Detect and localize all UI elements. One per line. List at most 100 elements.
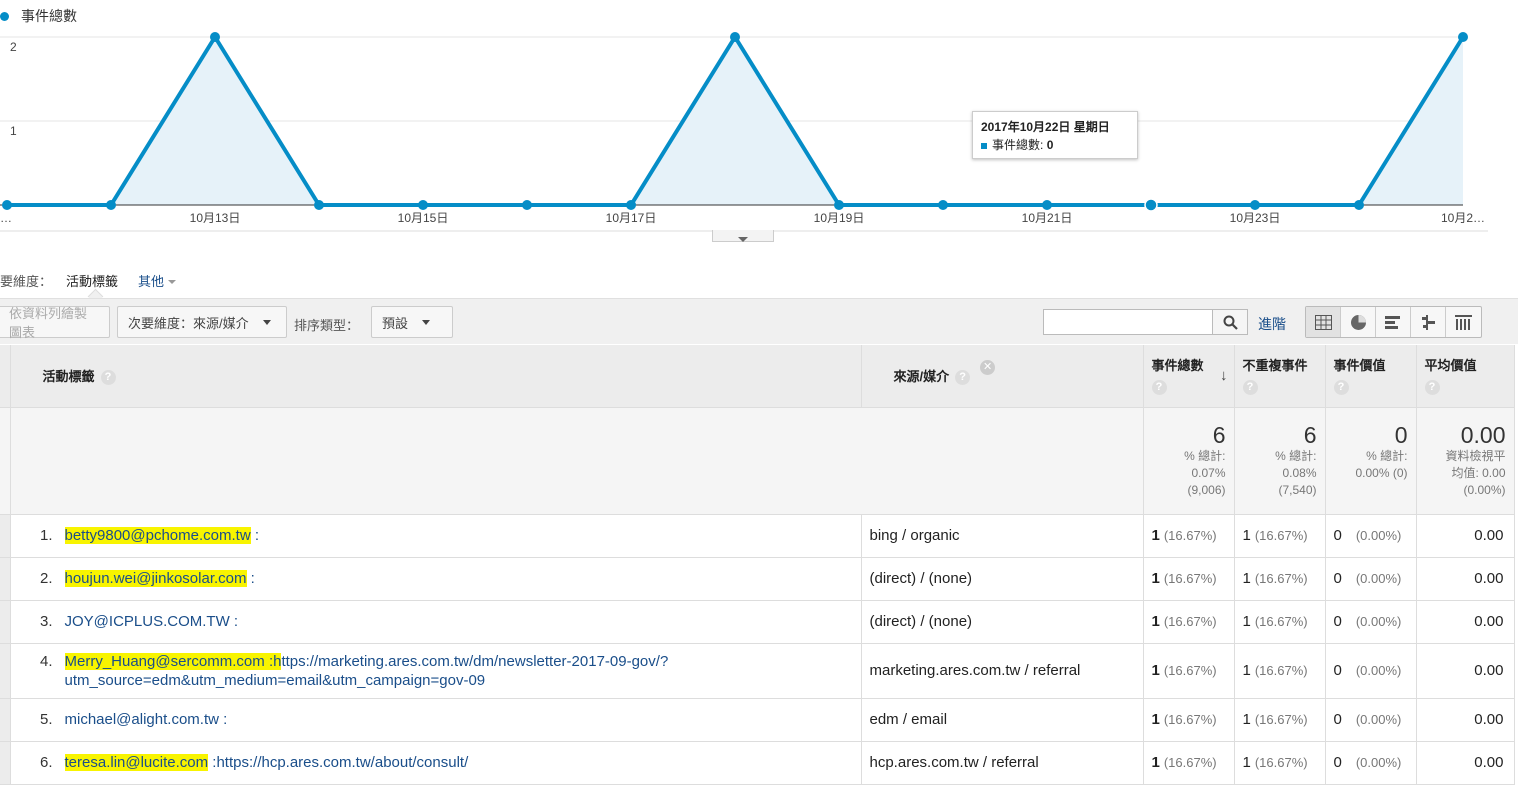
plot-rows-label: 依資料列繪製圖表 xyxy=(9,306,88,340)
row-index: 6. xyxy=(39,754,53,771)
totals-line: % 總計: xyxy=(1184,448,1226,463)
view-switcher xyxy=(1305,306,1482,338)
total-events-pct: (16.67%) xyxy=(1163,571,1217,586)
totals-line: 均值: 0.00 xyxy=(1451,465,1506,480)
data-point xyxy=(1042,200,1052,210)
chart-collapse-handle[interactable] xyxy=(712,230,774,242)
sort-type-dropdown[interactable]: 預設 xyxy=(371,306,453,338)
data-point xyxy=(314,200,324,210)
help-icon[interactable]: ? xyxy=(1242,380,1258,395)
header-avg-value[interactable]: 平均價值? xyxy=(1416,345,1515,408)
help-icon[interactable]: ? xyxy=(1424,380,1440,395)
label-rest: michael@alight.com.tw : xyxy=(64,711,228,728)
event-value-value: 0 xyxy=(1333,754,1342,771)
view-performance-button[interactable] xyxy=(1376,307,1411,337)
search-button[interactable] xyxy=(1212,309,1248,335)
total-events-pct: (16.67%) xyxy=(1163,755,1217,770)
row-stub xyxy=(0,741,11,785)
event-value-pct: (0.00%) xyxy=(1355,614,1402,629)
event-label-link[interactable]: betty9800@pchome.com.tw : xyxy=(64,526,259,545)
event-value-pct: (0.00%) xyxy=(1355,712,1402,727)
header-avg-value-text: 平均價值 xyxy=(1424,358,1477,373)
table-row: 3. JOY@ICPLUS.COM.TW : (direct) / (none) 1(… xyxy=(0,600,1515,644)
cell-total-events: 1 (16.67%) xyxy=(1143,600,1235,644)
total-events-value: 1 xyxy=(1151,570,1160,587)
avg-value-value: 0.00 xyxy=(1474,613,1504,630)
view-pie-button[interactable] xyxy=(1341,307,1376,337)
help-icon[interactable]: ? xyxy=(1151,380,1167,395)
tooltip-value: 0 xyxy=(1046,138,1054,152)
cell-source-medium: bing / organic xyxy=(861,514,1144,558)
table-search-input[interactable] xyxy=(1043,309,1213,335)
totals-value: 0.00 xyxy=(1460,421,1506,448)
data-point xyxy=(938,200,948,210)
dimension-other-label: 其他 xyxy=(138,273,165,289)
remove-dimension-icon[interactable]: ✕ xyxy=(980,360,996,376)
cell-event-label: 2. houjun.wei@jinkosolar.com : xyxy=(10,557,862,601)
total-events-value: 1 xyxy=(1151,662,1160,679)
highlighted-label: teresa.lin@lucite.com xyxy=(64,754,209,771)
view-table-button[interactable] xyxy=(1306,307,1341,337)
x-tick-label: 10月21日 xyxy=(1022,211,1073,225)
cell-source-medium: marketing.ares.com.tw / referral xyxy=(861,643,1144,699)
view-pivot-button[interactable] xyxy=(1446,307,1481,337)
unique-events-pct: (16.67%) xyxy=(1254,571,1308,586)
header-event-label[interactable]: 活動標籤? xyxy=(10,345,862,408)
primary-dimension-label: 要維度： xyxy=(0,273,53,289)
help-icon[interactable]: ? xyxy=(955,370,971,386)
totals-line: 0.08% xyxy=(1282,465,1317,480)
data-point xyxy=(522,200,532,210)
event-label-link[interactable]: houjun.wei@jinkosolar.com : xyxy=(64,569,255,588)
header-source-medium-text: 來源/媒介 xyxy=(893,369,950,385)
legend-label: 事件總數 xyxy=(21,8,77,24)
totals-unique-events: 6% 總計: 0.08% (7,540) xyxy=(1234,407,1326,515)
header-event-value[interactable]: 事件價值? xyxy=(1325,345,1417,408)
header-unique-events[interactable]: 不重複事件? xyxy=(1234,345,1326,408)
data-point xyxy=(730,32,740,42)
cell-event-value: 0 (0.00%) xyxy=(1325,514,1417,558)
event-value-value: 0 xyxy=(1333,662,1342,679)
help-icon[interactable]: ? xyxy=(1333,380,1349,395)
avg-value-value: 0.00 xyxy=(1474,662,1504,679)
highlighted-label: Merry_Huang@sercomm.com :h xyxy=(64,652,282,670)
sort-desc-arrow-icon: ↓ xyxy=(1220,367,1228,384)
total-events-value: 1 xyxy=(1151,527,1160,544)
dimension-other-link[interactable]: 其他 xyxy=(138,271,177,290)
cell-source-medium: edm / email xyxy=(861,698,1144,742)
advanced-filter-link[interactable]: 進階 xyxy=(1258,314,1286,334)
source-medium-text: bing / organic xyxy=(869,527,960,544)
event-label-link[interactable]: JOY@ICPLUS.COM.TW : xyxy=(65,612,239,631)
view-comparison-button[interactable] xyxy=(1411,307,1446,337)
dimension-active-event-label[interactable]: 活動標籤 xyxy=(66,271,118,290)
row-stub xyxy=(0,643,11,699)
header-total-events[interactable]: 事件總數? ↓ xyxy=(1143,345,1235,408)
y-tick-label: 2 xyxy=(10,40,17,54)
x-tick-label: 10月19日 xyxy=(814,211,865,225)
event-label-link[interactable]: Merry_Huang@sercomm.com :https://marketi… xyxy=(64,652,668,690)
label-rest: JOY@ICPLUS.COM.TW : xyxy=(64,613,239,630)
avg-value-value: 0.00 xyxy=(1474,754,1504,771)
data-table: 活動標籤? 來源/媒介 ?✕ 事件總數? ↓ 不重複事件? 事件價值? 平均價值? … xyxy=(0,345,1515,785)
cell-total-events: 1 (16.67%) xyxy=(1143,557,1235,601)
grid-icon xyxy=(1314,314,1332,330)
y-tick-label: 1 xyxy=(10,124,17,138)
secondary-dimension-dropdown[interactable]: 次要維度：來源/媒介 xyxy=(117,306,287,338)
row-stub xyxy=(0,600,11,644)
cell-event-label: 5. michael@alight.com.tw : xyxy=(10,698,862,742)
totals-avg-value: 0.00 資料檢視平 均值: 0.00 (0.00%) xyxy=(1416,407,1515,515)
label-rest: :https://hcp.ares.com.tw/about/consult/ xyxy=(208,754,469,771)
chart-svg: 2 1 … 10月13日 10月15日 10月17日 10月19日 10月21日 10月23日 1… xyxy=(0,32,1488,232)
avg-value-value: 0.00 xyxy=(1474,527,1504,544)
table-toolbar: 依資料列繪製圖表 次要維度：來源/媒介 排序類型： 預設 進階 xyxy=(0,298,1518,344)
event-label-link[interactable]: teresa.lin@lucite.com :https://hcp.ares.… xyxy=(64,753,469,772)
total-events-value: 1 xyxy=(1151,711,1160,728)
event-label-link[interactable]: michael@alight.com.tw : xyxy=(65,710,228,729)
chart-legend: 事件總數 xyxy=(0,6,77,26)
label-rest-line2: utm_source=edm&utm_medium=email&utm_camp… xyxy=(64,671,486,689)
totals-line: 0.00% (0) xyxy=(1355,465,1408,480)
plot-rows-button[interactable]: 依資料列繪製圖表 xyxy=(0,306,110,340)
help-icon[interactable]: ? xyxy=(100,370,116,386)
cell-event-label: 1. betty9800@pchome.com.tw : xyxy=(10,514,862,558)
header-source-medium[interactable]: 來源/媒介 ? ✕ xyxy=(861,345,1144,408)
totals-line: (7,540) xyxy=(1278,482,1317,497)
